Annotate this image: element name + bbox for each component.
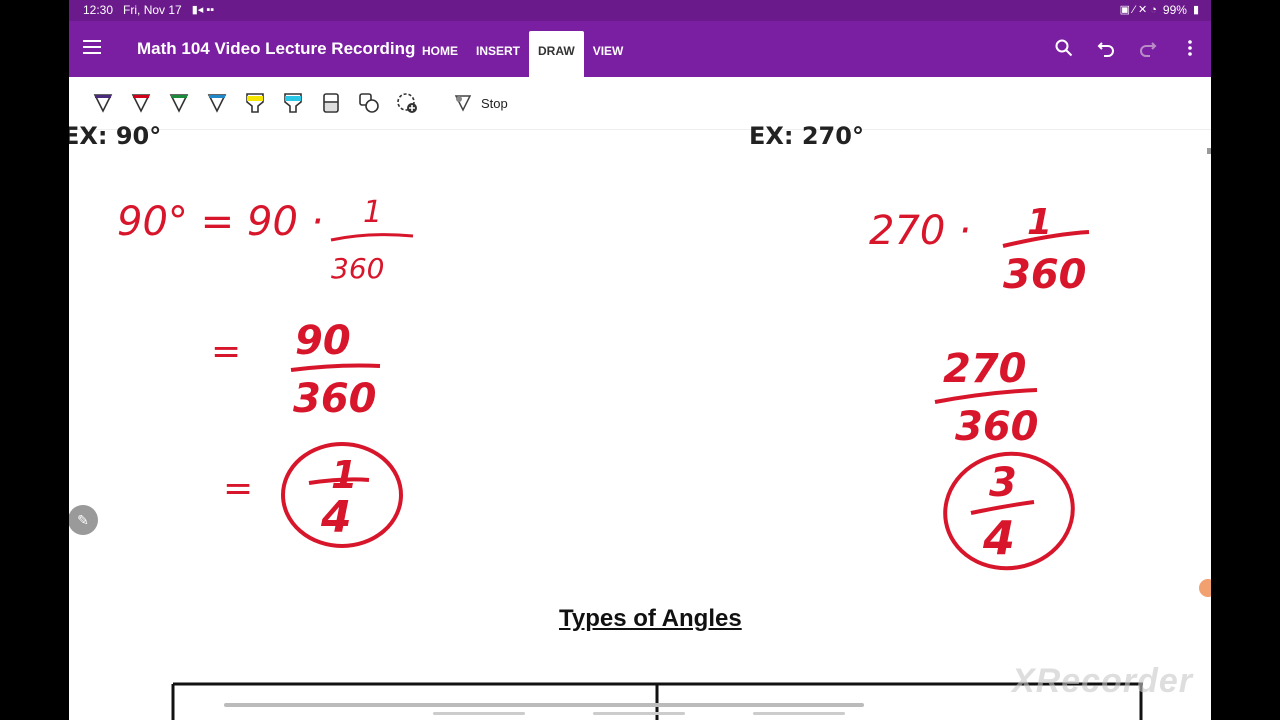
pen-red-icon[interactable]	[129, 91, 153, 115]
pen-purple-icon[interactable]	[91, 91, 115, 115]
more-icon[interactable]	[1179, 37, 1201, 59]
battery-level: 99%	[1162, 3, 1187, 17]
lasso-stop-icon	[454, 95, 472, 112]
ink-left-eq2: =	[211, 331, 241, 372]
ink-left-line1-rhs: 90 ·	[247, 199, 323, 245]
notification-icons: ▣ ⁄ ✕ ◔	[1119, 4, 1157, 16]
ink-left-eq3: =	[223, 468, 253, 509]
nav-pill	[753, 712, 845, 715]
ink-right-result-num: 3	[989, 460, 1017, 506]
search-icon[interactable]	[1053, 37, 1075, 59]
section-heading: Types of Angles	[559, 605, 742, 632]
stop-label: Stop	[481, 95, 508, 111]
stop-button[interactable]: Stop	[453, 93, 508, 113]
pencil-icon: ✎	[77, 511, 89, 528]
status-time: 12:30	[83, 3, 114, 17]
horizontal-scrollbar[interactable]	[224, 703, 864, 707]
tablet-screen: 12:30 Fri, Nov 17 ▮◂ ▪▪ ▣ ⁄ ✕ ◔ 99% ▮ Ma…	[69, 0, 1211, 720]
ink-right-line1: 270 ·	[869, 208, 971, 254]
handwriting-layer: 90° = 90 · 1 360 = 90 360 = 1 4 270 · 1 …	[117, 195, 1090, 571]
note-page[interactable]: EX: 90° EX: 270° 90° = 90 · 1 360 = 90 3…	[69, 122, 1211, 720]
tab-home[interactable]: HOME	[413, 21, 467, 77]
ink-left-frac2-den: 360	[293, 376, 377, 422]
battery-icon: ▮	[1192, 4, 1199, 16]
ink-left-line1-lhs: 90° =	[117, 199, 234, 245]
status-date: Fri, Nov 17	[123, 3, 182, 17]
status-bar: 12:30 Fri, Nov 17 ▮◂ ▪▪ ▣ ⁄ ✕ ◔ 99% ▮	[69, 0, 1211, 21]
undo-icon[interactable]	[1095, 37, 1117, 59]
ink-left-frac2-bar	[290, 363, 381, 372]
highlighter-cyan-icon[interactable]	[281, 91, 305, 115]
ink-right-frac2-den: 360	[955, 404, 1039, 450]
recorder-watermark: XRecorder	[1012, 662, 1193, 700]
video-record-icon: ▮◂ ▪▪	[191, 4, 215, 16]
ribbon-tabs: HOME INSERT DRAW VIEW	[413, 21, 632, 77]
app-bar: Math 104 Video Lecture Recording HOME IN…	[69, 21, 1211, 77]
add-pen-icon[interactable]	[395, 91, 419, 115]
ink-right-frac1-den: 360	[1003, 252, 1087, 298]
ink-left-frac2-num: 90	[295, 318, 351, 364]
nav-pill	[593, 712, 685, 715]
notebook-title: Math 104 Video Lecture Recording	[137, 39, 416, 58]
draw-toolbar: Stop	[69, 77, 1211, 130]
tab-draw[interactable]: DRAW	[529, 31, 584, 77]
ink-left-result-den: 4	[320, 492, 352, 543]
pen-green-icon[interactable]	[167, 91, 191, 115]
ink-left-result-num: 1	[331, 453, 357, 497]
tab-insert[interactable]: INSERT	[467, 21, 529, 77]
pen-blue-icon[interactable]	[205, 91, 229, 115]
redo-icon[interactable]	[1137, 37, 1159, 59]
nav-pill	[433, 712, 525, 715]
tab-view[interactable]: VIEW	[584, 21, 633, 77]
pen-float-button[interactable]: ✎	[69, 505, 98, 535]
recorder-bubble[interactable]	[1199, 579, 1211, 597]
shapes-icon[interactable]	[357, 91, 381, 115]
eraser-icon[interactable]	[319, 91, 343, 115]
ink-right-frac2-num: 270	[943, 346, 1027, 392]
menu-icon[interactable]	[83, 40, 101, 54]
ink-left-frac1-num: 1	[363, 195, 382, 230]
highlighter-yellow-icon[interactable]	[243, 91, 267, 115]
ink-left-frac1-den: 360	[331, 252, 384, 285]
ink-right-result-den: 4	[982, 511, 1015, 565]
ink-left-frac1-bar	[330, 233, 414, 242]
